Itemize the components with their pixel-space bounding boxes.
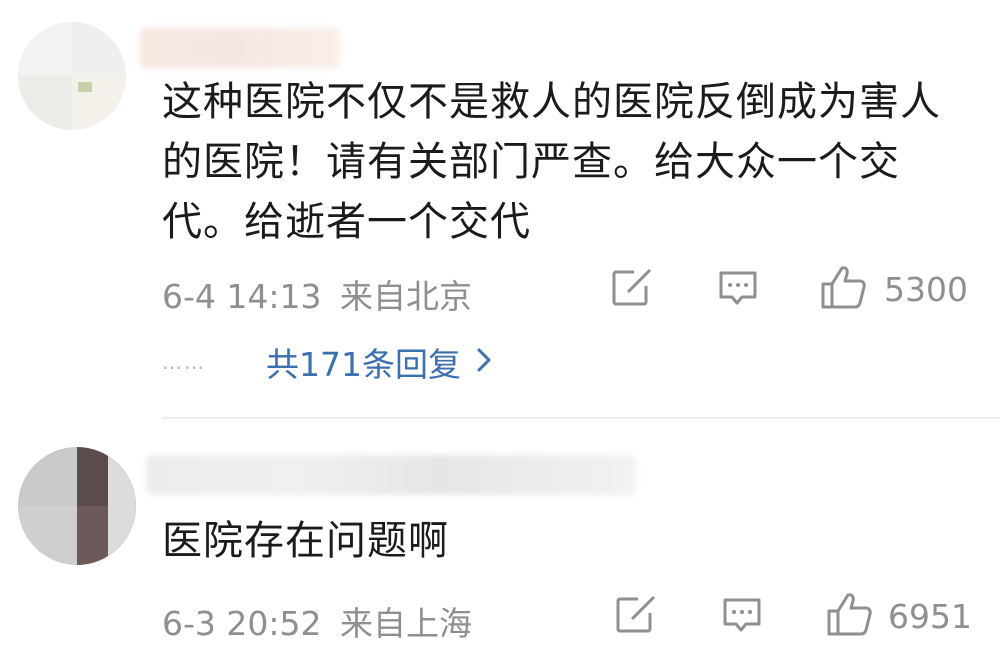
comment-text: 医院存在问题啊 (162, 518, 449, 564)
reply-dots: …… (162, 350, 206, 374)
comment-location: 来自北京 (340, 277, 472, 316)
thumbs-up-icon[interactable] (820, 264, 868, 310)
comment-time: 6-4 14:13 (162, 277, 322, 316)
share-icon[interactable] (610, 268, 654, 308)
chevron-right-icon (475, 343, 493, 382)
avatar[interactable] (18, 447, 136, 565)
comment-item: 医院存在问题啊 6-3 20:52 来自上海 6951 (0, 419, 1000, 663)
username-blurred[interactable] (140, 28, 340, 68)
like-count: 5300 (884, 270, 968, 309)
comment-time: 6-3 20:52 (162, 604, 322, 643)
avatar[interactable] (18, 22, 126, 130)
username-blurred[interactable] (146, 455, 636, 495)
comment-location: 来自上海 (340, 604, 472, 643)
view-replies-link[interactable]: …… 共171条回复 (162, 338, 493, 386)
comment-icon[interactable] (718, 270, 758, 308)
comment-item: 这种医院不仅不是救人的医院反倒成为害人的医院！请有关部门严查。给大众一个交代。给… (0, 0, 1000, 417)
like-count: 6951 (888, 597, 972, 636)
replies-label: 共171条回复 (266, 345, 461, 384)
comment-icon[interactable] (722, 597, 762, 635)
comment-meta: 6-3 20:52 来自上海 (162, 597, 472, 645)
thumbs-up-icon[interactable] (826, 591, 874, 637)
comment-text: 这种医院不仅不是救人的医院反倒成为害人的医院！请有关部门严查。给大众一个交代。给… (162, 79, 941, 245)
share-icon[interactable] (614, 595, 658, 635)
comment-meta: 6-4 14:13 来自北京 (162, 270, 472, 318)
